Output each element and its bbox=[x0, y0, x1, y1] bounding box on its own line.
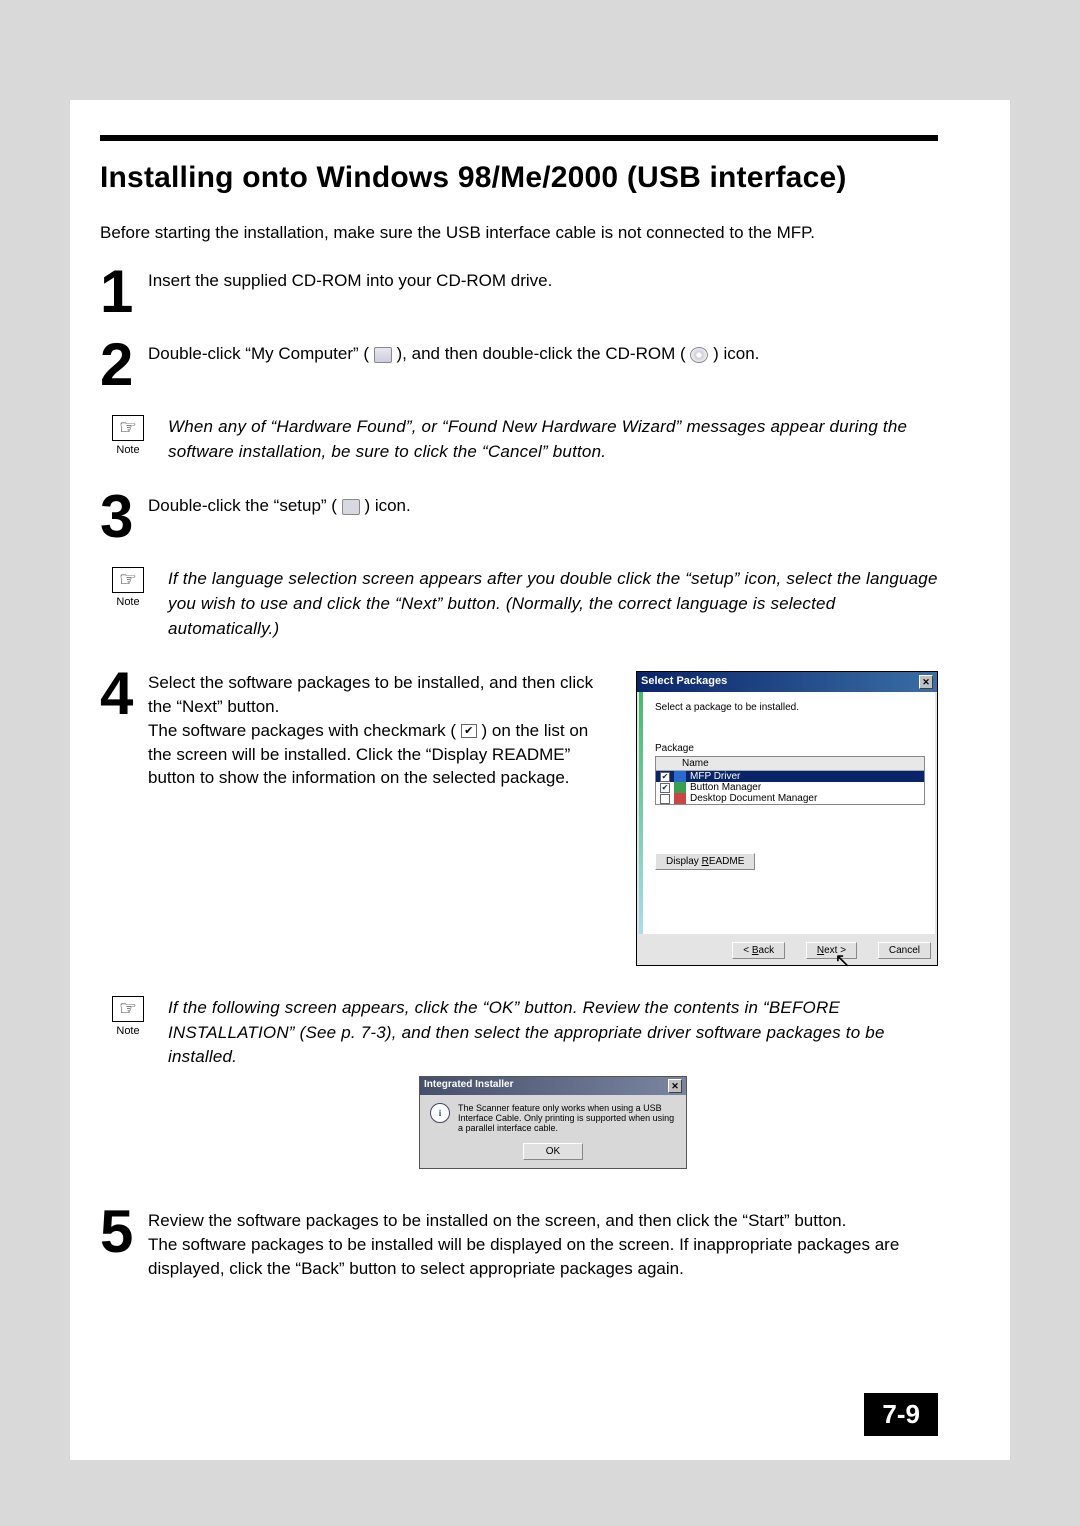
dialog-footer: < Back Next > Cancel ↖ bbox=[637, 936, 937, 965]
intro-text: Before starting the installation, make s… bbox=[100, 223, 938, 243]
select-packages-dialog: Select Packages ✕ Select a package to be… bbox=[636, 671, 938, 966]
text: Double-click “My Computer” ( bbox=[148, 344, 369, 363]
note-label: Note bbox=[110, 1025, 146, 1037]
note-text: When any of “Hardware Found”, or “Found … bbox=[168, 415, 938, 464]
step-number: 3 bbox=[100, 494, 148, 539]
step-4-row: 4 Select the software packages to be ins… bbox=[100, 671, 938, 966]
checkbox-icon[interactable]: ✔ bbox=[660, 772, 670, 782]
dialog-instruction: Select a package to be installed. bbox=[655, 702, 925, 713]
text: The software packages to be installed wi… bbox=[148, 1235, 899, 1278]
step-number: 1 bbox=[100, 269, 148, 314]
note-block: ☞ Note If the following screen appears, … bbox=[110, 996, 938, 1179]
step-body: Review the software packages to be insta… bbox=[148, 1209, 938, 1280]
step-5: 5 Review the software packages to be ins… bbox=[100, 1209, 938, 1280]
package-row[interactable]: ✔ Button Manager bbox=[656, 782, 924, 793]
step-4: 4 Select the software packages to be ins… bbox=[100, 671, 606, 790]
note-text: If the following screen appears, click t… bbox=[168, 996, 938, 1070]
package-name: MFP Driver bbox=[690, 771, 740, 782]
dialog-message: The Scanner feature only works when usin… bbox=[458, 1103, 676, 1133]
note-block: ☞ Note When any of “Hardware Found”, or … bbox=[110, 415, 938, 464]
note-label: Note bbox=[110, 444, 146, 456]
cdrom-icon bbox=[690, 347, 708, 363]
integrated-installer-dialog: Integrated Installer ✕ i The Scanner fea… bbox=[419, 1076, 687, 1169]
checkmark-icon: ✔ bbox=[461, 724, 477, 738]
step-1: 1 Insert the supplied CD-ROM into your C… bbox=[100, 269, 938, 314]
note-hand-icon: ☞ bbox=[112, 567, 144, 593]
step-3: 3 Double-click the “setup” ( ) icon. bbox=[100, 494, 938, 539]
display-readme-button[interactable]: Display README bbox=[655, 853, 755, 870]
text: Select the software packages to be insta… bbox=[148, 673, 593, 716]
text: The software packages with checkmark ( bbox=[148, 721, 456, 740]
package-row-selected[interactable]: ✔ MFP Driver bbox=[656, 771, 924, 782]
checkbox-icon[interactable]: ✔ bbox=[660, 783, 670, 793]
t: ext > bbox=[824, 945, 846, 956]
t: ack bbox=[759, 945, 775, 956]
t: B bbox=[752, 945, 759, 956]
setup-icon bbox=[342, 499, 360, 515]
step-2: 2 Double-click “My Computer” ( ), and th… bbox=[100, 342, 938, 387]
text: ) icon. bbox=[713, 344, 759, 363]
page-title: Installing onto Windows 98/Me/2000 (USB … bbox=[100, 161, 938, 195]
ok-button[interactable]: OK bbox=[523, 1143, 583, 1160]
next-button[interactable]: Next > bbox=[806, 942, 857, 959]
dialog-titlebar: Select Packages ✕ bbox=[637, 672, 937, 692]
cancel-button[interactable]: Cancel bbox=[878, 942, 931, 959]
close-icon[interactable]: ✕ bbox=[668, 1079, 682, 1093]
text: Review the software packages to be insta… bbox=[148, 1211, 846, 1230]
step-body: Double-click the “setup” ( ) icon. bbox=[148, 494, 938, 518]
package-icon bbox=[674, 771, 686, 782]
checkbox-icon[interactable] bbox=[660, 794, 670, 804]
step-number: 5 bbox=[100, 1209, 148, 1254]
t: < bbox=[743, 945, 752, 956]
info-icon: i bbox=[430, 1103, 450, 1123]
note-label: Note bbox=[110, 596, 146, 608]
package-name: Button Manager bbox=[690, 782, 761, 793]
text: ), and then double-click the CD-ROM ( bbox=[397, 344, 686, 363]
package-label: Package bbox=[655, 743, 925, 754]
close-icon[interactable]: ✕ bbox=[919, 675, 933, 689]
my-computer-icon bbox=[374, 347, 392, 363]
column-header: Name bbox=[656, 757, 924, 771]
note-text: If the language selection screen appears… bbox=[168, 567, 938, 641]
dialog-side-stripe bbox=[639, 692, 643, 934]
note-block: ☞ Note If the language selection screen … bbox=[110, 567, 938, 641]
step-body: Insert the supplied CD-ROM into your CD-… bbox=[148, 269, 938, 293]
dialog-title: Select Packages bbox=[641, 675, 727, 689]
dialog-title: Integrated Installer bbox=[424, 1079, 513, 1093]
note-hand-icon: ☞ bbox=[112, 415, 144, 441]
page-number: 7-9 bbox=[864, 1393, 938, 1436]
package-list: Name ✔ MFP Driver ✔ Button Manager bbox=[655, 756, 925, 805]
note-hand-icon: ☞ bbox=[112, 996, 144, 1022]
package-icon bbox=[674, 782, 686, 793]
step-body: Select the software packages to be insta… bbox=[148, 671, 606, 790]
package-name: Desktop Document Manager bbox=[690, 793, 817, 804]
package-row[interactable]: Desktop Document Manager bbox=[656, 793, 924, 804]
step-body: Double-click “My Computer” ( ), and then… bbox=[148, 342, 938, 366]
dialog-titlebar: Integrated Installer ✕ bbox=[420, 1077, 686, 1095]
section-rule bbox=[100, 135, 938, 141]
package-icon bbox=[674, 793, 686, 804]
text: ) icon. bbox=[364, 496, 410, 515]
step-number: 2 bbox=[100, 342, 148, 387]
text: Display README bbox=[666, 856, 744, 867]
step-number: 4 bbox=[100, 671, 148, 716]
back-button[interactable]: < Back bbox=[732, 942, 785, 959]
text: Double-click the “setup” ( bbox=[148, 496, 337, 515]
